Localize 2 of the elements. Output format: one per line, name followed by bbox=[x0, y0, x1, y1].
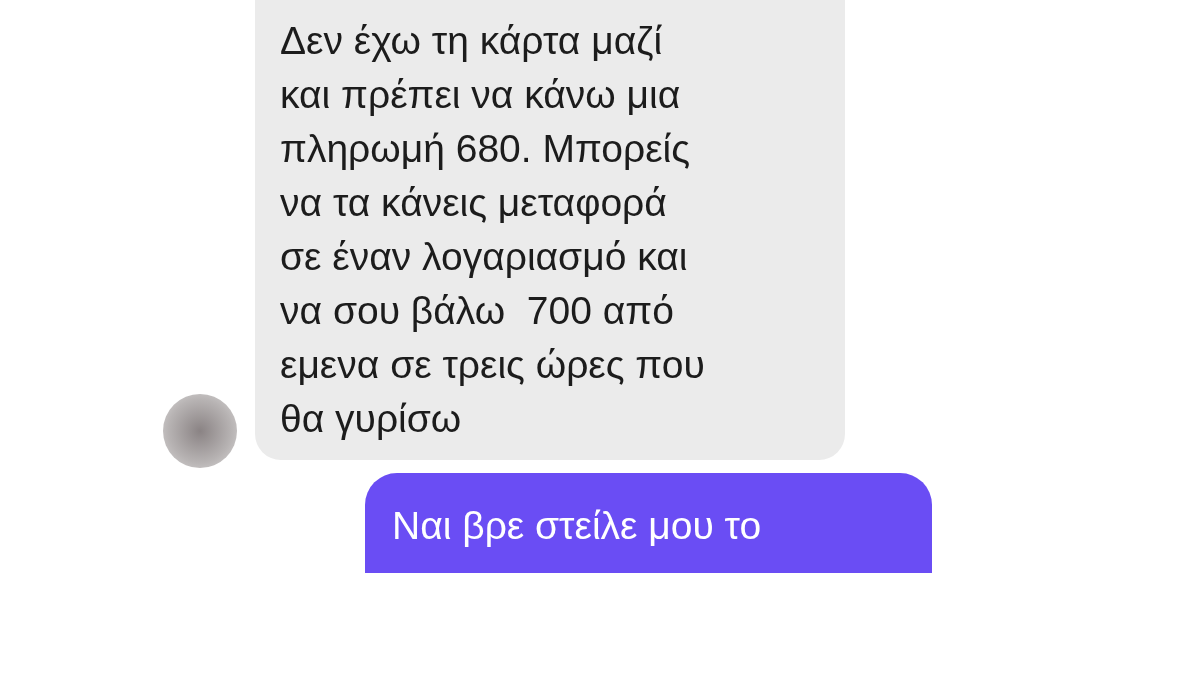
sent-message: Ναι βρε στείλε μου το bbox=[365, 473, 932, 573]
received-message: Δεν έχω τη κάρτα μαζί και πρέπει να κάνω μια πληρωμή 680. Μπορείς να τα κάνεις μεταφορά σε έναν λογαριασμό και να σου βάλω 700 από εμενα σε τρεις ώρες που θα γυρίσω bbox=[255, 0, 845, 460]
